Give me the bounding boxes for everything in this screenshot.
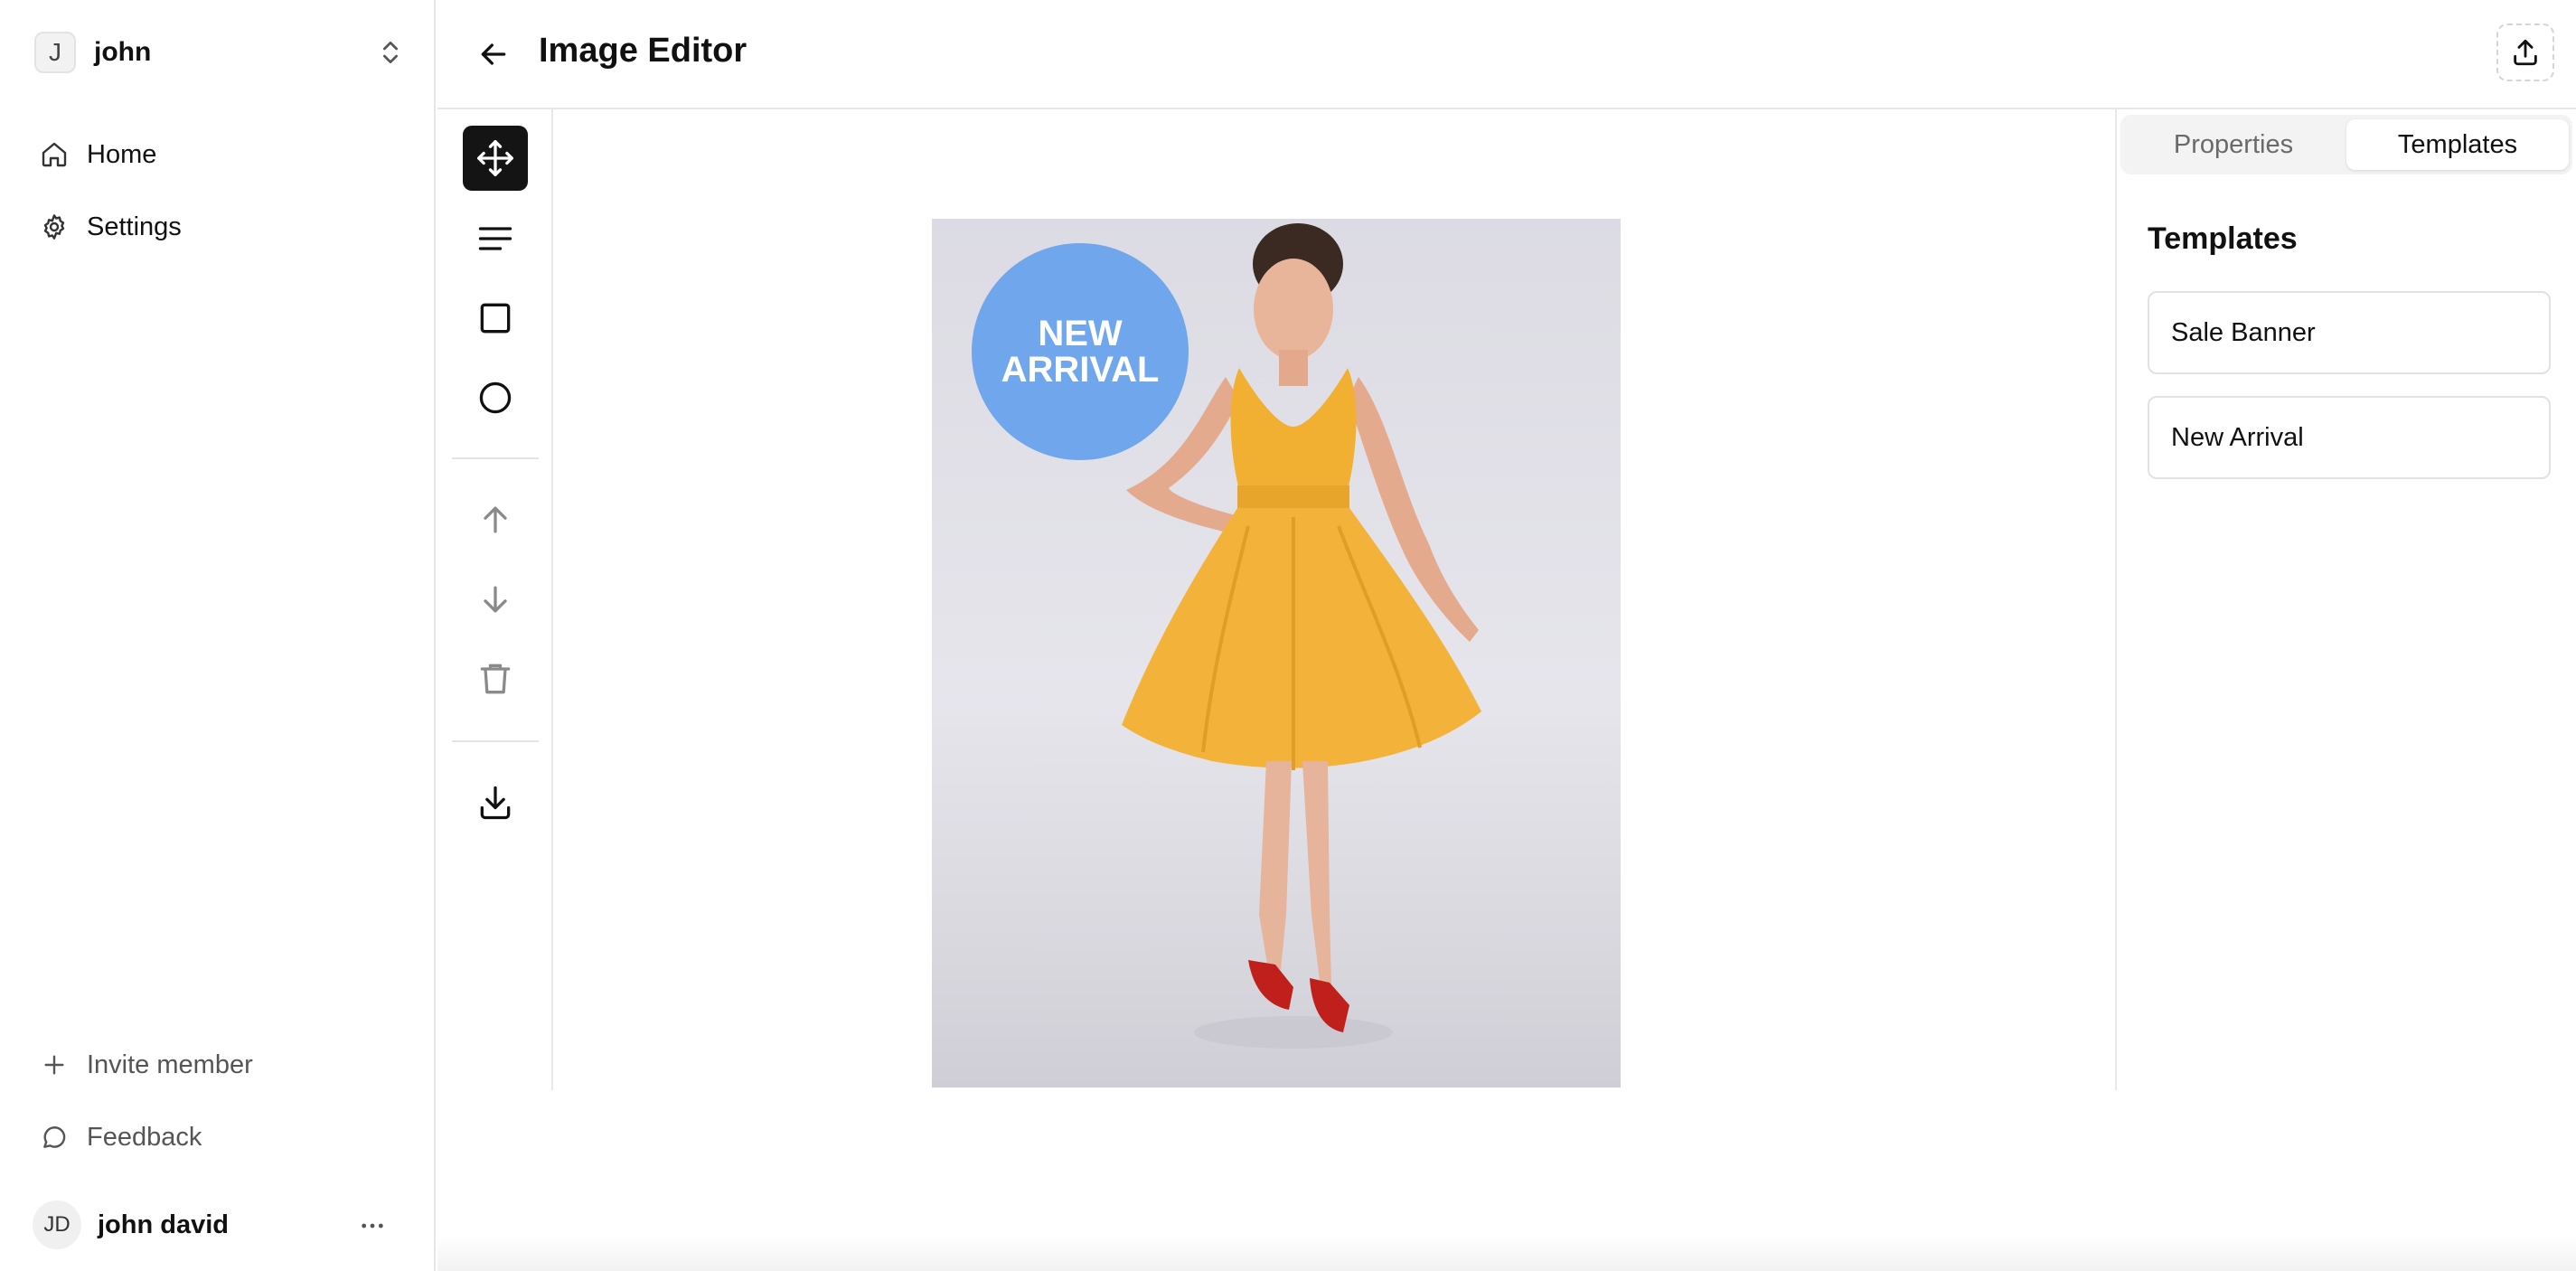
export-button[interactable] (2496, 24, 2554, 81)
badge-line-1: NEW (1038, 314, 1123, 353)
trash-icon (480, 664, 511, 694)
sidebar-item-home[interactable]: Home (40, 133, 156, 176)
template-card-new-arrival[interactable]: New Arrival (2148, 396, 2551, 479)
templates-heading: Templates (2148, 221, 2298, 256)
delete-button[interactable] (463, 646, 528, 711)
send-backward-button[interactable] (463, 567, 528, 632)
new-arrival-badge[interactable]: NEW ARRIVAL (972, 243, 1189, 460)
invite-member-label: Invite member (87, 1050, 253, 1079)
sidebar-item-settings[interactable]: Settings (40, 205, 182, 249)
home-icon (42, 142, 67, 167)
upload-icon (2514, 39, 2537, 66)
tab-properties[interactable]: Properties (2122, 119, 2345, 170)
circle-icon (479, 381, 512, 414)
user-name: john david (98, 1210, 229, 1239)
toolbar-divider (452, 457, 539, 459)
workspace-avatar: J (34, 32, 76, 73)
avatar: JD (33, 1200, 81, 1249)
feedback-label: Feedback (87, 1122, 202, 1152)
rectangle-icon (480, 303, 511, 334)
page-title: Image Editor (539, 32, 747, 70)
tab-templates[interactable]: Templates (2346, 119, 2569, 170)
toolbar-divider (452, 740, 539, 742)
user-menu[interactable]: JD john david (33, 1200, 403, 1249)
text-tool-button[interactable] (463, 206, 528, 271)
workspace-name: john (94, 37, 152, 67)
arrow-up-icon (484, 506, 507, 533)
sidebar-item-label: Settings (87, 212, 182, 241)
tool-palette (437, 109, 553, 1090)
badge-line-2: ARRIVAL (1001, 350, 1160, 390)
sidebar-item-label: Home (87, 139, 157, 169)
panel-tabs: Properties Templates (2120, 115, 2572, 174)
right-panel: Properties Templates Templates Sale Bann… (2115, 109, 2576, 1090)
rectangle-tool-button[interactable] (463, 286, 528, 351)
download-button[interactable] (463, 770, 528, 835)
chat-bubble-icon (43, 1126, 66, 1148)
workspace-switcher[interactable]: J john (34, 27, 405, 78)
bottom-edge (437, 1235, 2576, 1271)
editor-canvas[interactable]: NEW ARRIVAL (555, 109, 2115, 1090)
plus-icon (44, 1055, 64, 1075)
circle-tool-button[interactable] (463, 365, 528, 430)
invite-member-button[interactable]: Invite member (40, 1043, 253, 1087)
image-editor-app: J john Home Settings Invite member Feedb… (0, 0, 2576, 1271)
text-icon (478, 227, 512, 250)
move-tool-button[interactable] (463, 126, 528, 191)
bring-forward-button[interactable] (463, 487, 528, 552)
sidebar: J john Home Settings Invite member Feedb… (0, 0, 436, 1271)
gear-icon (43, 214, 65, 240)
back-arrow-icon[interactable] (475, 36, 512, 72)
product-photo[interactable]: NEW ARRIVAL (932, 219, 1621, 1087)
feedback-button[interactable]: Feedback (40, 1116, 202, 1159)
header: Image Editor (437, 0, 2576, 109)
move-icon (477, 140, 513, 176)
arrow-down-icon (484, 586, 507, 613)
more-horizontal-icon[interactable] (358, 1211, 387, 1240)
chevron-up-down-icon[interactable] (376, 38, 405, 67)
download-icon (480, 786, 511, 820)
template-card-sale-banner[interactable]: Sale Banner (2148, 291, 2551, 374)
